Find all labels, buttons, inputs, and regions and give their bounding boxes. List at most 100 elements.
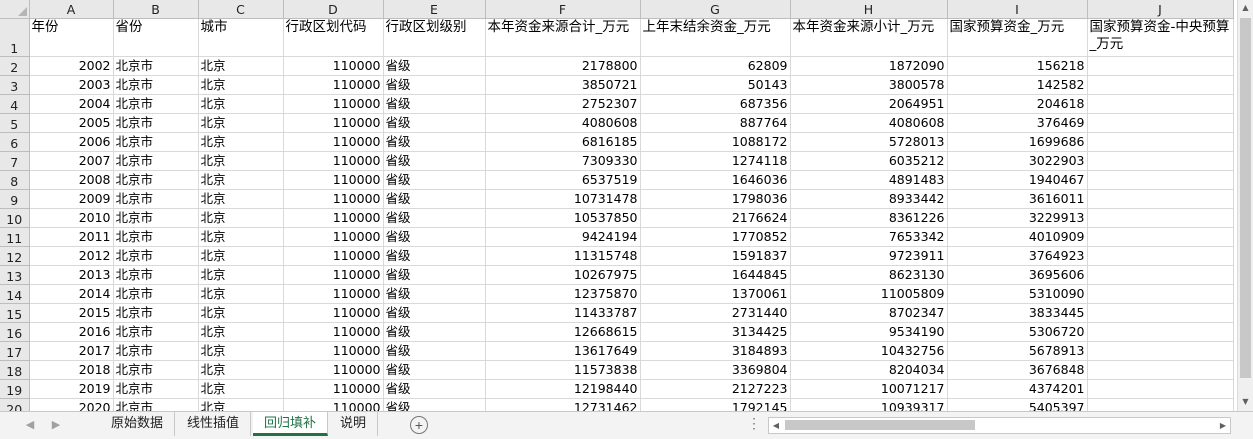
data-cell[interactable]: 9424194 (485, 227, 641, 247)
column-header-h[interactable]: H (790, 0, 948, 19)
data-cell[interactable]: 北京 (198, 322, 284, 342)
data-cell[interactable]: 北京 (198, 360, 284, 380)
data-cell[interactable]: 北京市 (113, 208, 199, 228)
data-cell[interactable] (1087, 94, 1234, 114)
data-cell[interactable] (1087, 246, 1234, 266)
data-cell[interactable]: 4010909 (947, 227, 1088, 247)
data-cell[interactable]: 110000 (283, 56, 384, 76)
data-cell[interactable]: 省级 (383, 246, 486, 266)
row-header[interactable]: 12 (0, 246, 30, 266)
data-cell[interactable]: 1770852 (640, 227, 791, 247)
data-cell[interactable]: 北京 (198, 341, 284, 361)
data-cell[interactable]: 3764923 (947, 246, 1088, 266)
data-cell[interactable]: 10432756 (790, 341, 948, 361)
data-cell[interactable]: 北京市 (113, 303, 199, 323)
row-header[interactable]: 17 (0, 341, 30, 361)
column-header-d[interactable]: D (283, 0, 384, 19)
data-cell[interactable]: 北京 (198, 170, 284, 190)
row-header[interactable]: 3 (0, 75, 30, 95)
data-cell[interactable]: 2009 (29, 189, 114, 209)
data-cell[interactable]: 2002 (29, 56, 114, 76)
data-cell[interactable]: 110000 (283, 246, 384, 266)
data-cell[interactable]: 110000 (283, 94, 384, 114)
row-header[interactable]: 1 (0, 18, 30, 57)
data-cell[interactable]: 北京 (198, 265, 284, 285)
data-cell[interactable]: 北京 (198, 56, 284, 76)
data-cell[interactable]: 11005809 (790, 284, 948, 304)
data-cell[interactable]: 省级 (383, 379, 486, 399)
data-cell[interactable]: 北京 (198, 284, 284, 304)
data-cell[interactable]: 62809 (640, 56, 791, 76)
data-cell[interactable]: 2064951 (790, 94, 948, 114)
sheet-tab[interactable]: 回归填补 (253, 412, 329, 436)
data-cell[interactable]: 北京 (198, 246, 284, 266)
data-cell[interactable]: 北京市 (113, 379, 199, 399)
column-title-cell[interactable]: 国家预算资金-中央预算_万元 (1087, 18, 1234, 57)
data-cell[interactable]: 北京市 (113, 151, 199, 171)
data-cell[interactable]: 110000 (283, 322, 384, 342)
row-header[interactable]: 4 (0, 94, 30, 114)
data-cell[interactable]: 北京市 (113, 322, 199, 342)
triangle-right-icon[interactable]: ▶ (1216, 418, 1230, 433)
data-cell[interactable]: 1798036 (640, 189, 791, 209)
column-title-cell[interactable]: 本年资金来源合计_万元 (485, 18, 641, 57)
data-cell[interactable]: 687356 (640, 94, 791, 114)
column-title-cell[interactable]: 行政区划级别 (383, 18, 486, 57)
data-cell[interactable]: 3676848 (947, 360, 1088, 380)
data-cell[interactable]: 省级 (383, 208, 486, 228)
triangle-down-icon[interactable]: ▼ (1238, 394, 1253, 410)
data-cell[interactable]: 5728013 (790, 132, 948, 152)
data-cell[interactable]: 省级 (383, 132, 486, 152)
data-cell[interactable]: 12198440 (485, 379, 641, 399)
data-cell[interactable]: 3800578 (790, 75, 948, 95)
triangle-up-icon[interactable]: ▲ (1238, 0, 1253, 16)
data-cell[interactable] (1087, 227, 1234, 247)
column-header-c[interactable]: C (198, 0, 284, 19)
data-cell[interactable]: 北京市 (113, 341, 199, 361)
column-header-i[interactable]: I (947, 0, 1088, 19)
vertical-scrollbar[interactable]: ▲ ▼ (1237, 0, 1253, 411)
data-cell[interactable]: 北京 (198, 75, 284, 95)
data-cell[interactable]: 北京 (198, 303, 284, 323)
sheet-tab[interactable]: 说明 (329, 412, 379, 436)
data-cell[interactable]: 2176624 (640, 208, 791, 228)
data-cell[interactable]: 4891483 (790, 170, 948, 190)
data-cell[interactable] (1087, 303, 1234, 323)
column-header-f[interactable]: F (485, 0, 641, 19)
row-header[interactable]: 9 (0, 189, 30, 209)
data-cell[interactable]: 北京市 (113, 75, 199, 95)
data-cell[interactable]: 110000 (283, 170, 384, 190)
data-cell[interactable] (1087, 132, 1234, 152)
row-header[interactable]: 15 (0, 303, 30, 323)
data-cell[interactable]: 2011 (29, 227, 114, 247)
data-cell[interactable]: 北京市 (113, 246, 199, 266)
data-cell[interactable]: 10731478 (485, 189, 641, 209)
data-cell[interactable]: 110000 (283, 360, 384, 380)
sheet-tab[interactable]: 原始数据 (100, 412, 176, 436)
data-cell[interactable]: 9723911 (790, 246, 948, 266)
data-cell[interactable]: 北京 (198, 151, 284, 171)
data-cell[interactable]: 2010 (29, 208, 114, 228)
data-cell[interactable]: 110000 (283, 341, 384, 361)
data-cell[interactable]: 北京市 (113, 132, 199, 152)
data-cell[interactable]: 7653342 (790, 227, 948, 247)
data-cell[interactable]: 8204034 (790, 360, 948, 380)
data-cell[interactable]: 9534190 (790, 322, 948, 342)
data-cell[interactable]: 3369804 (640, 360, 791, 380)
data-cell[interactable]: 3833445 (947, 303, 1088, 323)
data-cell[interactable]: 1274118 (640, 151, 791, 171)
data-cell[interactable]: 北京市 (113, 227, 199, 247)
row-header[interactable]: 10 (0, 208, 30, 228)
data-cell[interactable]: 110000 (283, 151, 384, 171)
data-cell[interactable] (1087, 341, 1234, 361)
data-cell[interactable]: 北京 (198, 227, 284, 247)
row-header[interactable]: 7 (0, 151, 30, 171)
data-cell[interactable]: 省级 (383, 284, 486, 304)
data-cell[interactable]: 2005 (29, 113, 114, 133)
data-cell[interactable] (1087, 151, 1234, 171)
row-header[interactable]: 18 (0, 360, 30, 380)
horizontal-scroll-thumb[interactable] (785, 420, 975, 430)
data-cell[interactable]: 10537850 (485, 208, 641, 228)
data-cell[interactable]: 110000 (283, 227, 384, 247)
data-cell[interactable]: 110000 (283, 189, 384, 209)
